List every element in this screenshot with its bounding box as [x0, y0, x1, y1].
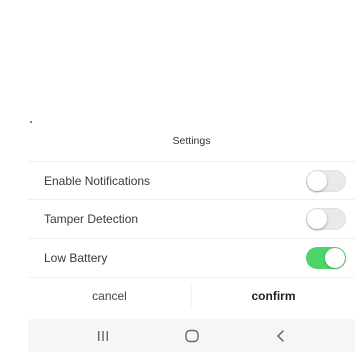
- setting-row-low-battery: Low Battery: [28, 238, 355, 276]
- recent-apps-icon[interactable]: [88, 324, 118, 348]
- toggle-knob: [307, 170, 327, 191]
- setting-label: Enable Notifications: [44, 173, 151, 188]
- status-dot: [30, 121, 32, 123]
- cancel-button[interactable]: cancel: [28, 278, 191, 314]
- setting-label: Low Battery: [44, 250, 108, 265]
- system-navigation-bar: [28, 319, 355, 352]
- tamper-detection-toggle[interactable]: [306, 207, 346, 230]
- toggle-knob: [307, 208, 327, 229]
- low-battery-toggle[interactable]: [306, 246, 346, 269]
- action-bar: cancel confirm: [28, 277, 355, 314]
- toggle-knob: [325, 247, 345, 268]
- confirm-button[interactable]: confirm: [192, 278, 355, 314]
- home-icon[interactable]: [177, 324, 207, 348]
- enable-notifications-toggle[interactable]: [306, 169, 346, 192]
- sheet-title: Settings: [172, 135, 211, 147]
- back-icon[interactable]: [266, 324, 296, 348]
- setting-label: Tamper Detection: [44, 211, 139, 226]
- setting-row-enable-notifications: Enable Notifications: [28, 161, 355, 199]
- setting-row-tamper-detection: Tamper Detection: [28, 199, 355, 237]
